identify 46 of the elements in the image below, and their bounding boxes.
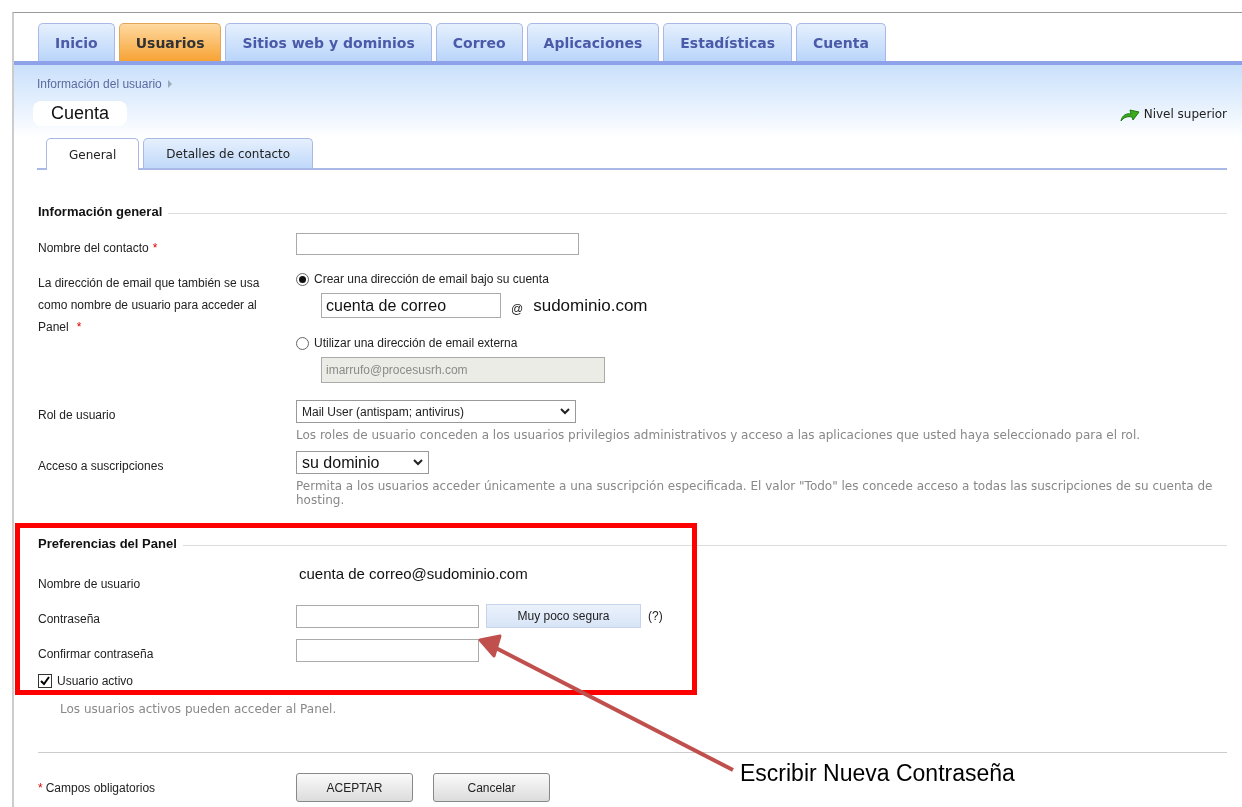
hint-text: Los usuarios activos pueden acceder al Panel. xyxy=(60,702,338,716)
field-label: Acceso a suscripciones xyxy=(38,459,164,473)
hint-text: Permita a los usuarios acceder únicamente a una suscripción especificada. El valor "Todo" les concede acceso a todas las suscripciones de su cuenta de hosting. xyxy=(296,479,1214,507)
help-link[interactable]: (?) xyxy=(648,609,663,623)
nav-tab[interactable]: Correo xyxy=(435,23,523,61)
at-sign: @ xyxy=(511,301,524,316)
field-label: Rol de usuario xyxy=(38,408,116,422)
input-field[interactable] xyxy=(296,233,579,255)
nav-tab[interactable]: Cuenta xyxy=(796,23,886,61)
required-fields-note: Campos obligatorios xyxy=(45,780,156,795)
form-button[interactable]: ACEPTAR xyxy=(296,773,413,802)
radio-label[interactable]: Crear una dirección de email bajo su cuenta xyxy=(314,272,549,286)
input-field[interactable]: cuenta de correo xyxy=(321,293,501,318)
dropdown[interactable]: su dominio xyxy=(296,451,429,474)
field-label: La dirección de email que también se usa como nombre de usuario para acceder al Panel * xyxy=(38,275,261,336)
field-label: Contraseña xyxy=(38,612,101,626)
sub-tab[interactable]: Detalles de contacto xyxy=(143,138,314,168)
dropdown-caret-icon xyxy=(413,459,423,466)
dropdown[interactable]: Mail User (antispam; antivirus) xyxy=(296,400,576,423)
breadcrumb-link[interactable]: Información del usuario xyxy=(37,77,162,91)
strength-indicator: Muy poco segura xyxy=(486,604,641,628)
username-value: cuenta de correo@sudominio.com xyxy=(298,565,529,582)
hint-text: Los roles de usuario conceden a los usuarios privilegios administrativos y acceso a las aplicaciones que usted haya seleccionado para el rol. xyxy=(296,428,1142,442)
required-mark: * xyxy=(38,780,43,795)
nav-tab[interactable]: Usuarios xyxy=(118,23,222,61)
domain-text: sudominio.com xyxy=(533,295,648,316)
field-label: Nombre de usuario xyxy=(38,577,141,591)
field-label: Confirmar contraseña xyxy=(38,647,154,661)
checkbox-label[interactable]: Usuario activo xyxy=(57,674,134,688)
radio-button[interactable] xyxy=(296,272,309,286)
up-level-link[interactable]: Nivel superior xyxy=(1118,103,1227,124)
password-field[interactable] xyxy=(296,604,479,628)
nav-tab[interactable]: Inicio xyxy=(38,23,115,61)
dropdown-caret-icon xyxy=(560,408,570,415)
checkbox[interactable] xyxy=(38,674,52,688)
nav-tab[interactable]: Aplicaciones xyxy=(526,23,660,61)
page-title: Cuenta xyxy=(33,101,128,126)
sub-tab[interactable]: General xyxy=(46,138,140,170)
breadcrumb-arrow-icon xyxy=(167,80,172,88)
password-field[interactable] xyxy=(296,639,479,662)
section-heading: Información general xyxy=(38,204,163,219)
nav-tab[interactable]: Sitios web y dominios xyxy=(225,23,432,61)
field-label: Nombre del contacto * xyxy=(38,240,159,257)
nav-tab[interactable]: Estadísticas xyxy=(663,23,793,61)
section-heading: Preferencias del Panel xyxy=(38,536,177,551)
form-button[interactable]: Cancelar xyxy=(433,773,550,802)
